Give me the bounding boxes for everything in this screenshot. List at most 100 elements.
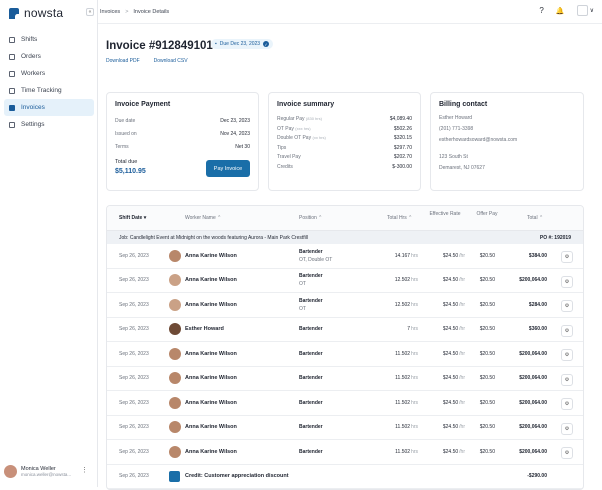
billing-address-city: Demarest, NJ 07627 <box>439 163 583 174</box>
download-csv-link[interactable]: Download CSV <box>154 58 188 64</box>
account-menu[interactable]: ∨ <box>577 5 594 16</box>
row-action-button[interactable]: ⚙ <box>561 325 573 337</box>
kv-row: Travel Pay$202.70 <box>277 154 412 160</box>
sidebar-item-orders[interactable]: Orders <box>4 48 94 65</box>
worker-name: Anna Karine Wilson <box>185 400 237 406</box>
invoice-payment-card: Invoice Payment Due dateDec 23, 2023 Iss… <box>106 92 259 191</box>
card-title: Invoice Payment <box>115 101 258 108</box>
kebab-menu-icon[interactable]: ⋮ <box>81 466 88 474</box>
col-shift-date[interactable]: Shift Date ▾ <box>119 215 146 221</box>
table-row[interactable]: Sep 26, 2023Anna Karine WilsonBartender1… <box>107 440 583 465</box>
row-total: -$290.00 <box>527 465 547 489</box>
worker-cell[interactable]: Anna Karine Wilson <box>169 293 237 317</box>
worker-cell[interactable]: Anna Karine Wilson <box>169 440 237 464</box>
sidebar-item-settings[interactable]: Settings <box>4 116 94 133</box>
worker-cell[interactable]: Anna Karine Wilson <box>169 416 237 440</box>
table-row[interactable]: Sep 26, 2023Anna Karine WilsonBartenderO… <box>107 244 583 269</box>
position-cell: Bartender <box>299 416 323 440</box>
worker-name: Anna Karine Wilson <box>185 424 237 430</box>
worker-cell[interactable]: Anna Karine Wilson <box>169 269 237 293</box>
row-total: $200,064.00 <box>519 416 547 440</box>
help-icon[interactable]: ? <box>539 6 543 15</box>
sidebar-item-label: Invoices <box>21 104 45 111</box>
download-pdf-link[interactable]: Download PDF <box>106 58 140 64</box>
pay-invoice-button[interactable]: Pay Invoice <box>206 160 250 177</box>
worker-name: Anna Karine Wilson <box>185 449 237 455</box>
worker-avatar <box>169 348 181 360</box>
logo-text: nowsta <box>24 6 63 20</box>
kv-row: Regular Pay (830 hrs)$4,089.40 <box>277 116 412 122</box>
offer-pay: $20.50 <box>480 367 495 391</box>
worker-cell[interactable]: Anna Karine Wilson <box>169 244 237 268</box>
table-row[interactable]: Sep 26, 2023Esther HowardBartender7hrs$2… <box>107 318 583 343</box>
breadcrumb-invoices[interactable]: Invoices <box>100 9 120 15</box>
position-cell: Bartender <box>299 440 323 464</box>
row-total: $284.00 <box>529 293 547 317</box>
col-worker-name[interactable]: Worker Name ⌃ <box>185 215 221 221</box>
row-action-button[interactable]: ⚙ <box>561 276 573 288</box>
row-action-button[interactable]: ⚙ <box>561 374 573 386</box>
offer-pay: $20.50 <box>480 440 495 464</box>
worker-cell[interactable]: Anna Karine Wilson <box>169 367 237 391</box>
row-action-button[interactable]: ⚙ <box>561 300 573 312</box>
avatar <box>4 465 17 478</box>
sidebar-item-invoices[interactable]: Invoices <box>4 99 94 116</box>
position-ot-label: OT <box>299 305 306 313</box>
topbar-actions: ? 🔔 ∨ <box>539 5 594 16</box>
worker-name: Anna Karine Wilson <box>185 277 237 283</box>
breadcrumb: Invoices > Invoice Details <box>100 9 169 15</box>
worker-cell[interactable]: Anna Karine Wilson <box>169 391 237 415</box>
table-row[interactable]: Sep 26, 2023Anna Karine WilsonBartender1… <box>107 391 583 416</box>
sidebar-item-time-tracking[interactable]: Time Tracking <box>4 82 94 99</box>
row-action-button[interactable]: ⚙ <box>561 251 573 263</box>
position-label: Bartender <box>299 423 323 431</box>
shift-date: Sep 26, 2023 <box>119 367 149 391</box>
table-row[interactable]: Sep 26, 2023Anna Karine WilsonBartender1… <box>107 367 583 392</box>
credit-label: Credit: Customer appreciation discount <box>185 473 289 479</box>
row-total: $360.00 <box>529 318 547 342</box>
sidebar-item-label: Orders <box>21 53 41 60</box>
card-title: Billing contact <box>439 101 583 108</box>
sidebar-item-shifts[interactable]: Shifts <box>4 31 94 48</box>
col-total-hrs[interactable]: Total Hrs ⌃ <box>387 215 412 221</box>
sidebar-item-workers[interactable]: Workers <box>4 65 94 82</box>
offer-pay: $20.50 <box>480 244 495 268</box>
collapse-sidebar-button[interactable]: « <box>86 8 94 16</box>
worker-name: Anna Karine Wilson <box>185 302 237 308</box>
worker-avatar <box>169 299 181 311</box>
col-offer-pay[interactable]: Offer Pay <box>475 211 499 218</box>
row-action-button[interactable]: ⚙ <box>561 398 573 410</box>
col-position[interactable]: Position ⌃ <box>299 215 322 221</box>
effective-rate: $24.50/hr <box>443 416 465 440</box>
table-row[interactable]: Sep 26, 2023Anna Karine WilsonBartenderO… <box>107 293 583 318</box>
offer-pay: $20.50 <box>480 269 495 293</box>
effective-rate: $24.50/hr <box>443 318 465 342</box>
sidebar-item-label: Workers <box>21 70 45 77</box>
worker-cell[interactable]: Esther Howard <box>169 318 224 342</box>
total-hrs: 11.502hrs <box>395 367 418 391</box>
row-action-button[interactable]: ⚙ <box>561 423 573 435</box>
shift-date: Sep 26, 2023 <box>119 391 149 415</box>
shift-date: Sep 26, 2023 <box>119 293 149 317</box>
bell-icon[interactable]: 🔔 <box>556 7 565 15</box>
chevron-down-icon: ∨ <box>590 7 594 14</box>
table-row[interactable]: Sep 26, 2023Anna Karine WilsonBartenderO… <box>107 269 583 294</box>
total-hrs: 12.502hrs <box>395 269 418 293</box>
due-badge: ▪ Due Dec 23, 2023 ✓ <box>211 39 273 49</box>
job-label: Job: Candlelight Event at Midnight on th… <box>119 235 308 241</box>
user-profile[interactable]: Monica Weller monica.weller@nowsta... ⋮ <box>4 461 94 481</box>
table-row[interactable]: Sep 26, 2023Anna Karine WilsonBartender1… <box>107 416 583 441</box>
calendar-icon <box>9 37 15 43</box>
col-total[interactable]: Total ⌃ <box>527 215 543 221</box>
table-row[interactable]: Sep 26, 2023Anna Karine WilsonBartender1… <box>107 342 583 367</box>
logo[interactable]: nowsta <box>9 6 63 20</box>
row-action-button[interactable]: ⚙ <box>561 447 573 459</box>
col-effective-rate[interactable]: Effective Rate <box>427 211 463 218</box>
worker-cell[interactable]: Anna Karine Wilson <box>169 342 237 366</box>
shift-date: Sep 26, 2023 <box>119 244 149 268</box>
position-label: Bartender <box>299 448 323 456</box>
row-action-button[interactable]: ⚙ <box>561 349 573 361</box>
gear-icon <box>9 122 15 128</box>
total-hrs: 11.502hrs <box>395 342 418 366</box>
position-cell: Bartender <box>299 391 323 415</box>
